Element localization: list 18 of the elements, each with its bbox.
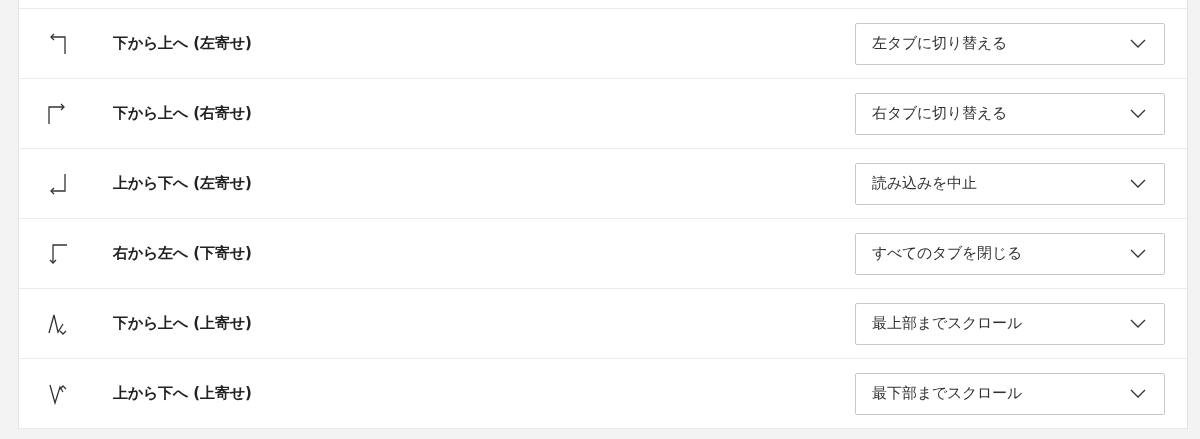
chevron-down-icon <box>1130 318 1146 329</box>
chevron-down-icon <box>1130 388 1146 399</box>
gesture-label: 上から下へ (左寄せ) <box>113 174 253 193</box>
action-dropdown[interactable]: 最上部までスクロール <box>855 302 1165 345</box>
chevron-down-icon <box>1130 108 1146 119</box>
gesture-label: 右から左へ (下寄せ) <box>113 244 253 263</box>
action-dropdown[interactable]: すべてのタブを閉じる <box>855 232 1165 275</box>
gesture-label: 上から下へ (上寄せ) <box>113 384 253 403</box>
gesture-label: 下から上へ (右寄せ) <box>113 104 253 123</box>
chevron-down-icon <box>1130 248 1146 259</box>
action-dropdown[interactable]: 読み込みを中止 <box>855 162 1165 205</box>
chevron-down-icon <box>1130 38 1146 49</box>
gesture-label: 下から上へ (左寄せ) <box>113 34 253 53</box>
gesture-label: 下から上へ (上寄せ) <box>113 314 253 333</box>
action-dropdown[interactable]: 最下部までスクロール <box>855 372 1165 415</box>
action-dropdown[interactable]: 右タブに切り替える <box>855 92 1165 135</box>
chevron-down-icon <box>1130 178 1146 189</box>
action-dropdown[interactable]: 左タブに切り替える <box>855 22 1165 65</box>
